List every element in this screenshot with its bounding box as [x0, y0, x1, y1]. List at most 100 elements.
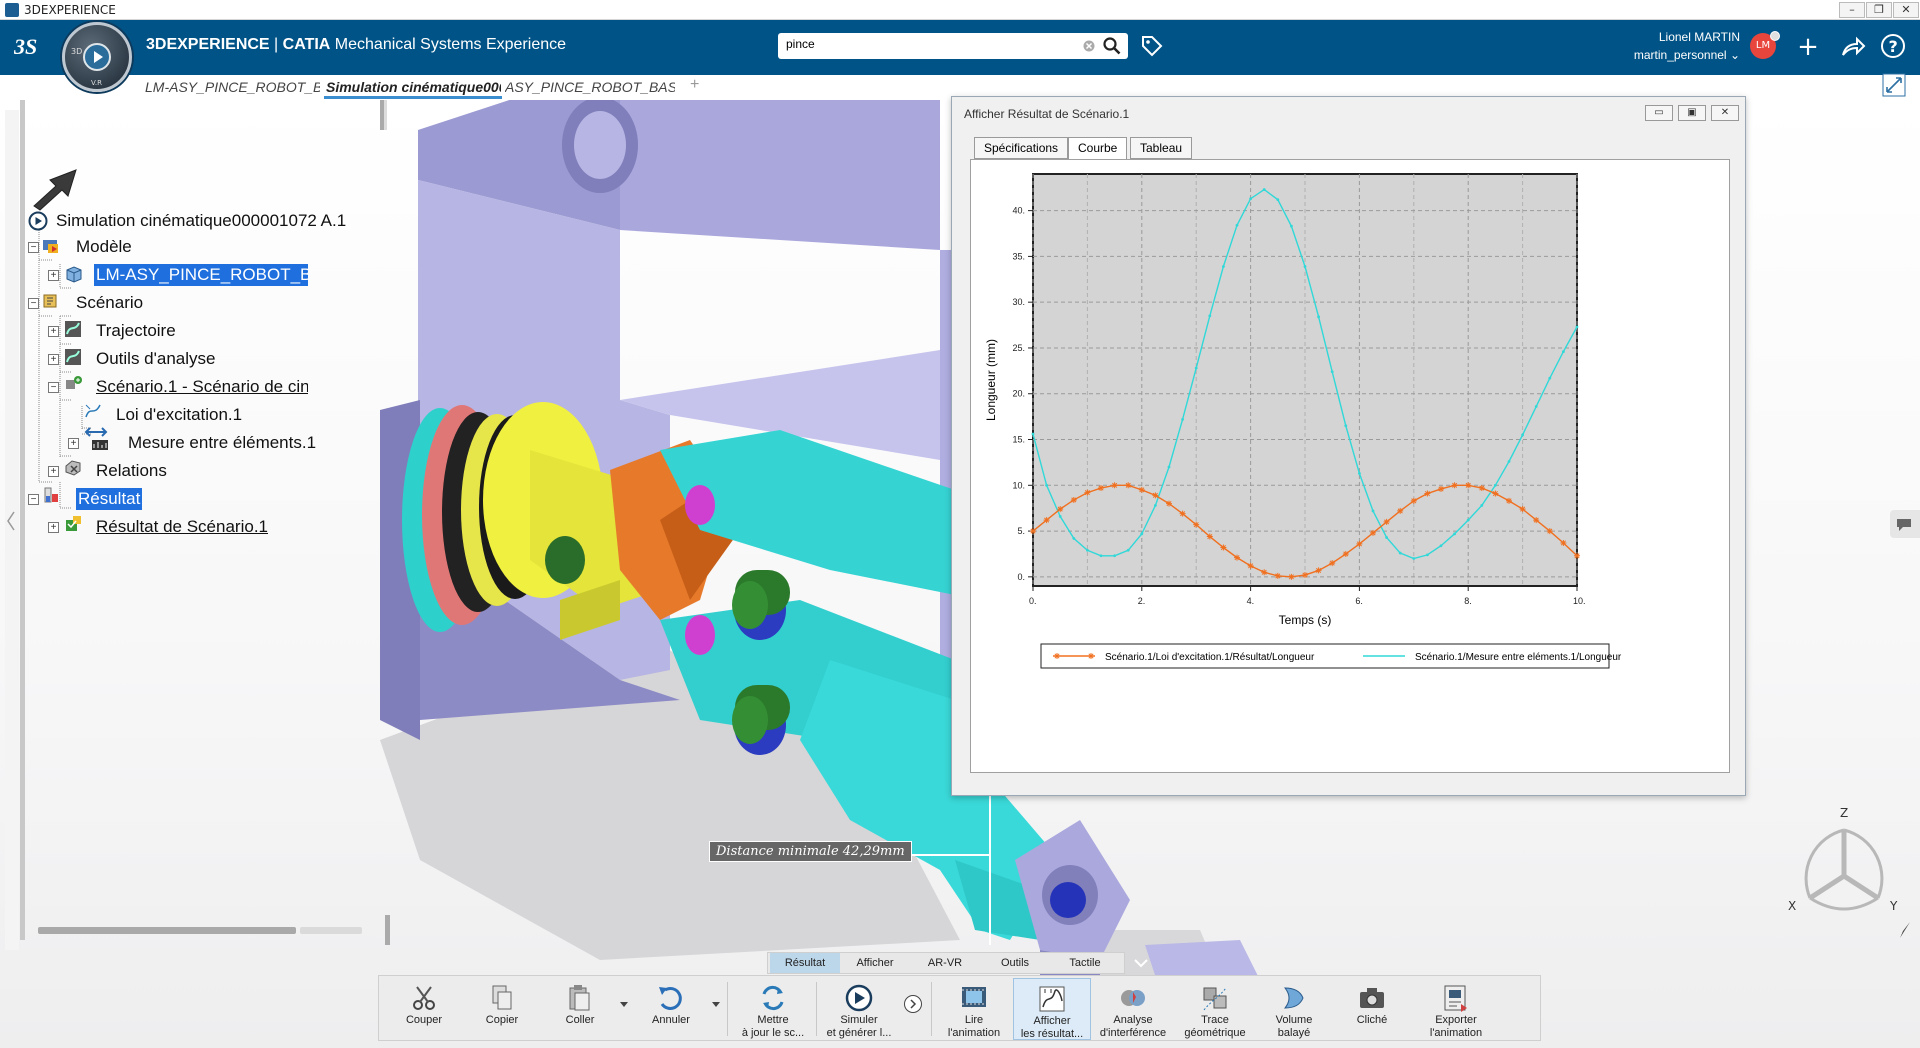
ds-logo-icon[interactable]: 3S — [14, 32, 48, 62]
section-display[interactable]: Afficher — [840, 953, 910, 973]
data-point — [1140, 532, 1144, 536]
tab-lm-asy[interactable]: LM-ASY_PINCE_ROBOT_BAS — [145, 79, 320, 95]
tree-item-model[interactable]: Modèle — [76, 236, 132, 258]
tree-root-label[interactable]: Simulation cinématique000001072 A.1 — [56, 210, 346, 232]
play-animation-label-1: Lire — [964, 1014, 984, 1026]
app-label: Mechanical Systems Experience — [334, 36, 567, 53]
search-icon[interactable] — [1103, 37, 1121, 55]
compass-play-icon[interactable] — [83, 43, 111, 71]
tab-simulation[interactable]: Simulation cinématique000 — [326, 79, 501, 95]
dialog-minimize-button[interactable]: ▭ — [1645, 105, 1673, 121]
data-point — [1521, 433, 1524, 437]
action-bar: Couper Copier Coller Annuler Mettre à jo… — [378, 975, 1541, 1041]
user-info[interactable]: Lionel MARTIN martin_personnel ⌄ — [1634, 28, 1740, 64]
expand-icon[interactable]: + — [48, 326, 59, 337]
play-animation-button[interactable]: Lire l'animation — [935, 978, 1013, 1040]
data-point — [1562, 350, 1565, 354]
section-result[interactable]: Résultat — [770, 953, 840, 973]
close-button[interactable]: ✕ — [1893, 2, 1919, 18]
expand-icon[interactable]: + — [48, 270, 59, 281]
search-input[interactable] — [786, 37, 1076, 51]
interference-analysis-button[interactable]: Analyse d'interférence — [1091, 978, 1175, 1040]
collapse-icon[interactable]: − — [28, 494, 39, 505]
export-animation-button[interactable]: Exporter l'animation — [1411, 978, 1501, 1040]
chevron-right-icon[interactable] — [903, 994, 923, 1014]
section-ar-vr[interactable]: AR-VR — [910, 953, 980, 973]
tree-scrollbar-track — [300, 927, 362, 934]
tree-item-model-product[interactable]: LM-ASY_PINCE_ROBOT_BASE-TP A — [94, 264, 308, 286]
share-icon[interactable] — [1840, 34, 1866, 58]
show-results-button[interactable]: Afficher les résultat... — [1013, 978, 1091, 1040]
data-point — [1439, 544, 1443, 548]
tree-scrollbar[interactable] — [38, 927, 296, 934]
copy-button[interactable]: Copier — [463, 978, 541, 1040]
dialog-close-button[interactable]: ✕ — [1711, 105, 1739, 121]
cut-button[interactable]: Couper — [385, 978, 463, 1040]
axis-z-label: Z — [1840, 806, 1848, 820]
tree-item-scenario1[interactable]: Scénario.1 - Scénario de cinématic — [96, 376, 308, 398]
section-tools[interactable]: Outils — [980, 953, 1050, 973]
collapse-icon[interactable]: − — [28, 298, 39, 309]
side-comment-tab[interactable] — [1890, 510, 1920, 538]
toolbar-separator — [816, 982, 817, 1036]
compass-widget[interactable]: 3D V.R — [62, 22, 132, 92]
active-tab-indicator — [324, 96, 502, 99]
expand-icon[interactable]: + — [68, 438, 79, 449]
collapse-icon[interactable]: − — [28, 242, 39, 253]
scissors-icon — [413, 986, 435, 1010]
add-icon[interactable]: + — [1792, 32, 1824, 62]
undo-button[interactable]: Annuler — [632, 978, 710, 1040]
data-point — [1424, 490, 1431, 497]
data-point — [1370, 529, 1376, 536]
chart-panel: 0. 2. 4. 6. 8. 10. 0. 5. 10. 15. 20. 25. 30. 35. 40. Te… — [970, 159, 1730, 773]
update-scenario-button[interactable]: Mettre à jour le sc... — [731, 978, 815, 1040]
data-point — [1575, 325, 1579, 329]
data-point — [1045, 483, 1048, 487]
paste-dropdown-icon[interactable] — [619, 1000, 629, 1008]
fullscreen-icon[interactable] — [1882, 73, 1906, 97]
tree-item-scenario[interactable]: Scénario — [76, 292, 143, 314]
axes-triad-icon[interactable]: Z X Y — [1780, 800, 1910, 920]
search-box[interactable] — [778, 33, 1128, 59]
clear-search-icon[interactable] — [1083, 40, 1095, 52]
data-point — [1397, 507, 1404, 514]
add-tab-icon[interactable]: + — [690, 76, 699, 94]
compass-3d-label: 3D — [71, 47, 83, 56]
tree-item-scenario-result[interactable]: Résultat de Scénario.1 — [96, 516, 268, 538]
simulate-button[interactable]: Simuler et générer l... — [819, 978, 899, 1040]
minimize-button[interactable]: – — [1839, 2, 1865, 18]
undo-dropdown-icon[interactable] — [711, 1000, 721, 1008]
chevron-down-icon[interactable] — [1130, 952, 1152, 974]
comment-icon — [1897, 519, 1911, 531]
collapse-panel-icon[interactable] — [5, 510, 17, 532]
maximize-button[interactable]: ❐ — [1866, 2, 1892, 18]
tree-item-analysis-tools[interactable]: Outils d'analyse — [96, 348, 215, 370]
expand-icon[interactable]: + — [48, 354, 59, 365]
snapshot-button[interactable]: Cliché — [1333, 978, 1411, 1040]
trace-button[interactable]: Trace géométrique — [1175, 978, 1255, 1040]
paste-button[interactable]: Coller — [541, 978, 619, 1040]
tree-item-result[interactable]: Résultat — [76, 488, 143, 510]
tab-curve[interactable]: Courbe — [1068, 137, 1128, 160]
data-point — [1288, 573, 1295, 580]
tree-item-measure[interactable]: Mesure entre éléments.1 — [128, 432, 316, 454]
data-point — [1317, 315, 1320, 319]
user-space[interactable]: martin_personnel ⌄ — [1634, 46, 1740, 64]
help-icon[interactable]: ? — [1880, 33, 1906, 59]
tree-item-relations[interactable]: Relations — [96, 460, 167, 482]
dialog-maximize-button[interactable]: ▣ — [1678, 105, 1706, 121]
collapse-icon[interactable]: − — [48, 382, 59, 393]
tab-table[interactable]: Tableau — [1130, 137, 1193, 159]
expand-icon[interactable]: + — [48, 522, 59, 533]
distance-annotation[interactable]: Distance minimale 42,29mm — [709, 841, 912, 862]
tab-asy-pince[interactable]: ASY_PINCE_ROBOT_BASE-T — [505, 79, 675, 95]
tab-specifications[interactable]: Spécifications — [974, 137, 1069, 159]
section-touch[interactable]: Tactile — [1050, 953, 1120, 973]
swept-volume-button[interactable]: Volume balayé — [1255, 978, 1333, 1040]
expand-icon[interactable]: + — [48, 466, 59, 477]
data-point — [1249, 197, 1252, 201]
tree-item-excitation-law[interactable]: Loi d'excitation.1 — [116, 404, 242, 426]
tag-icon[interactable] — [1140, 34, 1164, 58]
data-point — [1358, 471, 1361, 475]
tree-item-trajectory[interactable]: Trajectoire — [96, 320, 176, 342]
